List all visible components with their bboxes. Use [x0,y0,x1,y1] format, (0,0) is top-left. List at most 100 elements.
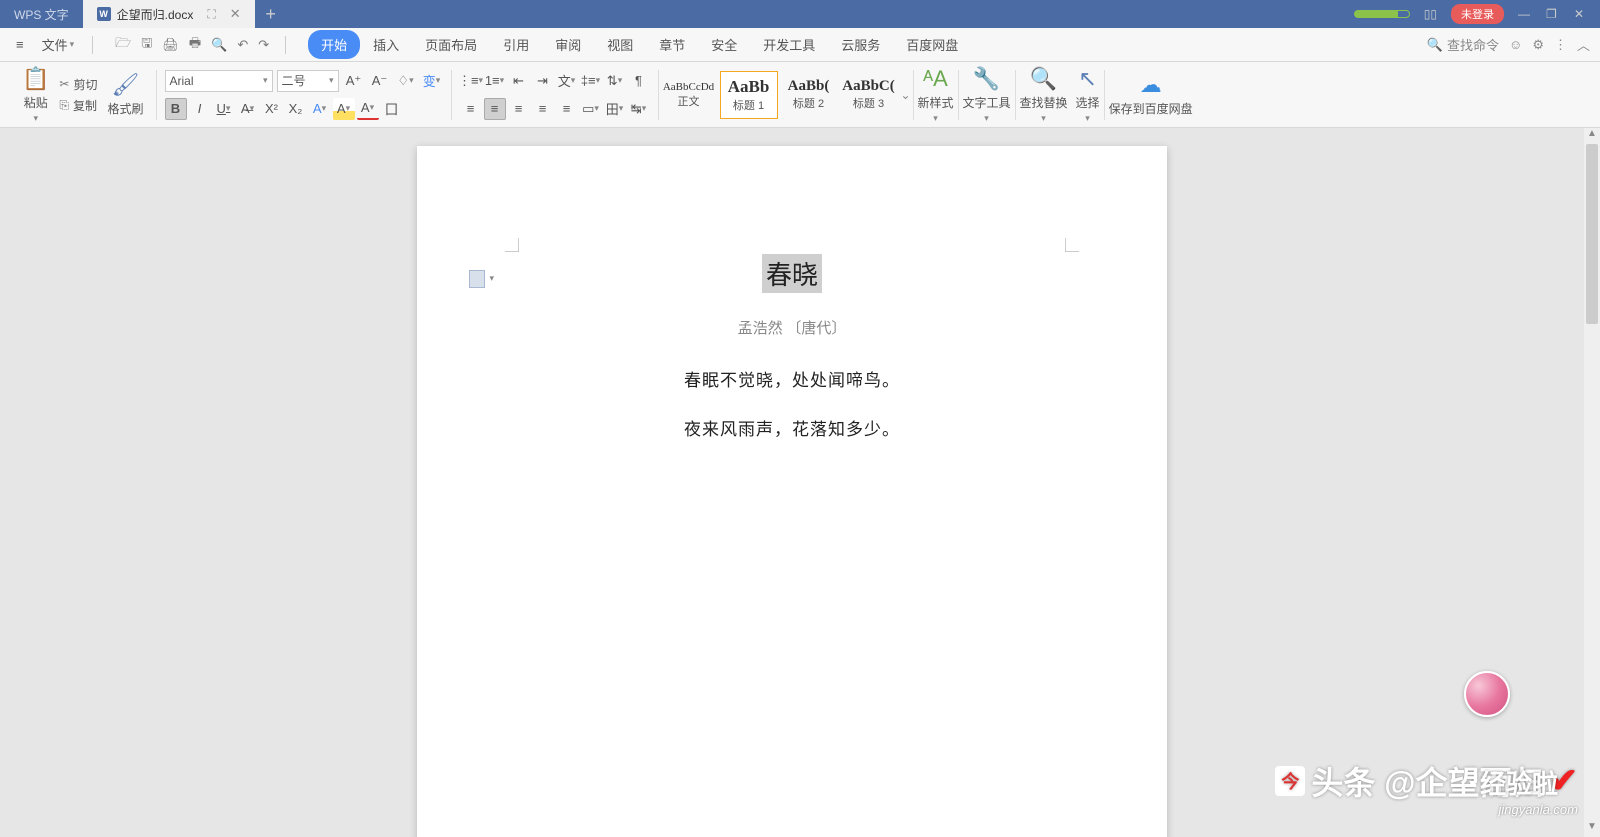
align-right-button[interactable]: ≡ [508,98,530,120]
paste-icon: 📋 [22,66,49,92]
find-replace-button[interactable]: 🔍 查找替换 [1016,64,1072,126]
grow-font-button[interactable]: A⁺ [343,70,365,92]
document-content[interactable]: 春晓 孟浩然 〔唐代〕 春眠不觉晓，处处闻啼鸟。 夜来风雨声，花落知多少。 [507,254,1077,440]
align-left-button[interactable]: ≡ [460,98,482,120]
text-effect-button[interactable]: A [309,98,331,120]
tab-security[interactable]: 安全 [698,30,750,59]
style-heading3[interactable]: AaBbC( 标题 3 [840,71,898,119]
hamburger-icon[interactable]: ≡ [10,34,30,55]
style-heading2[interactable]: AaBb( 标题 2 [780,71,838,119]
search-command[interactable]: 🔍 查找命令 [1427,35,1499,54]
tabs-button[interactable]: ↹ [628,98,650,120]
tab-insert[interactable]: 插入 [360,30,412,59]
bold-button[interactable]: B [165,98,187,120]
more-icon[interactable]: ⋮ [1554,37,1567,53]
open-icon[interactable]: 🗁 [115,34,131,56]
tab-view[interactable]: 视图 [594,30,646,59]
bullets-button[interactable]: ⋮≡ [460,70,482,92]
sort-button[interactable]: ⇅ [604,70,626,92]
line-spacing-button[interactable]: ‡≡ [580,70,602,92]
document-tab[interactable]: W 企望而归.docx ⛶ ✕ [83,0,255,28]
settings-icon[interactable]: ⚙ [1532,37,1544,53]
align-distrib-button[interactable]: ≡ [556,98,578,120]
tab-section[interactable]: 章节 [646,30,698,59]
numbering-button[interactable]: 1≡ [484,70,506,92]
scroll-thumb[interactable] [1586,144,1598,324]
tab-baidu[interactable]: 百度网盘 [893,30,971,59]
paste-button[interactable]: 📋 粘贴 [18,64,53,126]
document-line-1[interactable]: 春眠不觉晓，处处闻啼鸟。 [507,366,1077,391]
asian-layout-button[interactable]: 文 [556,70,578,92]
vertical-scrollbar[interactable]: ▲ ▼ [1584,128,1600,837]
new-style-button[interactable]: ᴬA 新样式 [914,64,958,126]
align-justify-button[interactable]: ≡ [532,98,554,120]
font-name-select[interactable]: Arial▾ [165,70,273,92]
indent-dec-button[interactable]: ⇤ [508,70,530,92]
smiley-icon[interactable]: ☺ [1509,37,1522,52]
italic-button[interactable]: I [189,98,211,120]
login-badge[interactable]: 未登录 [1451,4,1504,24]
baidu-cloud-icon: ☁ [1140,72,1162,98]
highlight-button[interactable]: A [333,98,355,120]
style-heading1[interactable]: AaBb 标题 1 [720,71,778,119]
style-normal[interactable]: AaBbCcDd 正文 [660,71,718,119]
tab-reference[interactable]: 引用 [490,30,542,59]
tab-page-layout[interactable]: 页面布局 [412,30,490,59]
margin-marker-tr [1065,238,1079,252]
scissors-icon: ✂ [59,77,69,91]
cut-button[interactable]: ✂剪切 [59,76,97,93]
shrink-font-button[interactable]: A⁻ [369,70,391,92]
tab-close-icon[interactable]: ✕ [230,6,241,22]
tab-devtools[interactable]: 开发工具 [750,30,828,59]
borders-button[interactable]: 田 [604,98,626,120]
clear-format-button[interactable]: ♢ [395,70,417,92]
document-title[interactable]: 春晓 [762,254,822,293]
tab-cloud[interactable]: 云服务 [828,30,893,59]
font-size-select[interactable]: 二号▾ [277,70,339,92]
shading-button[interactable]: ▭ [580,98,602,120]
superscript-button[interactable]: X² [261,98,283,120]
collapse-ribbon-icon[interactable]: ︿ [1577,35,1590,54]
document-line-2[interactable]: 夜来风雨声，花落知多少。 [507,415,1077,440]
tab-review[interactable]: 审阅 [542,30,594,59]
watermark-overlay: 经验啦 [1480,764,1558,801]
text-tools-button[interactable]: 🔧 文字工具 [959,64,1015,126]
select-button[interactable]: ↖ 选择 [1072,64,1104,126]
app-tab[interactable]: WPS 文字 [0,0,83,28]
scroll-up-icon[interactable]: ▲ [1584,128,1600,144]
strike-button[interactable]: A̶ [237,98,259,120]
char-border-button[interactable]: 囗 [381,98,403,120]
underline-button[interactable]: U [213,98,235,120]
user-avatar[interactable] [1464,671,1510,717]
reading-mode-icon[interactable]: ▯▯ [1424,7,1437,21]
font-color-button[interactable]: A [357,98,379,120]
phonetic-button[interactable]: 变 [421,70,443,92]
document-author[interactable]: 孟浩然 〔唐代〕 [507,317,1077,338]
copy-button[interactable]: ⎘复制 [59,97,97,114]
format-painter-button[interactable]: 🖌 格式刷 [103,70,147,119]
new-tab-button[interactable]: + [255,4,287,25]
tab-start[interactable]: 开始 [308,30,360,59]
scroll-down-icon[interactable]: ▼ [1584,821,1600,837]
close-button[interactable]: ✕ [1574,7,1588,21]
wrench-icon: 🔧 [973,66,1000,92]
redo-icon[interactable]: ↷ [258,37,269,53]
maximize-button[interactable]: ❐ [1546,7,1560,21]
indent-inc-button[interactable]: ⇥ [532,70,554,92]
paragraph-tag-icon[interactable] [469,270,485,288]
print-preview-icon[interactable]: 🔍 [211,37,227,53]
document-canvas[interactable]: 春晓 孟浩然 〔唐代〕 春眠不觉晓，处处闻啼鸟。 夜来风雨声，花落知多少。 [0,128,1584,837]
file-menu[interactable]: 文件 [36,32,81,57]
tab-screen-icon[interactable]: ⛶ [207,7,215,22]
save-icon[interactable]: 🖫 [141,34,152,56]
show-marks-button[interactable]: ¶ [628,70,650,92]
minimize-button[interactable]: — [1518,7,1532,21]
align-center-button[interactable]: ≡ [484,98,506,120]
save-baidu-button[interactable]: ☁ 保存到百度网盘 [1105,70,1197,119]
print-icon[interactable]: 🖶 [189,34,201,56]
styles-more-icon[interactable]: ⌄ [899,88,913,102]
progress-indicator [1354,10,1410,18]
undo-icon[interactable]: ↶ [237,37,248,53]
subscript-button[interactable]: X₂ [285,98,307,120]
print-direct-icon[interactable]: 🖨 [162,37,179,53]
